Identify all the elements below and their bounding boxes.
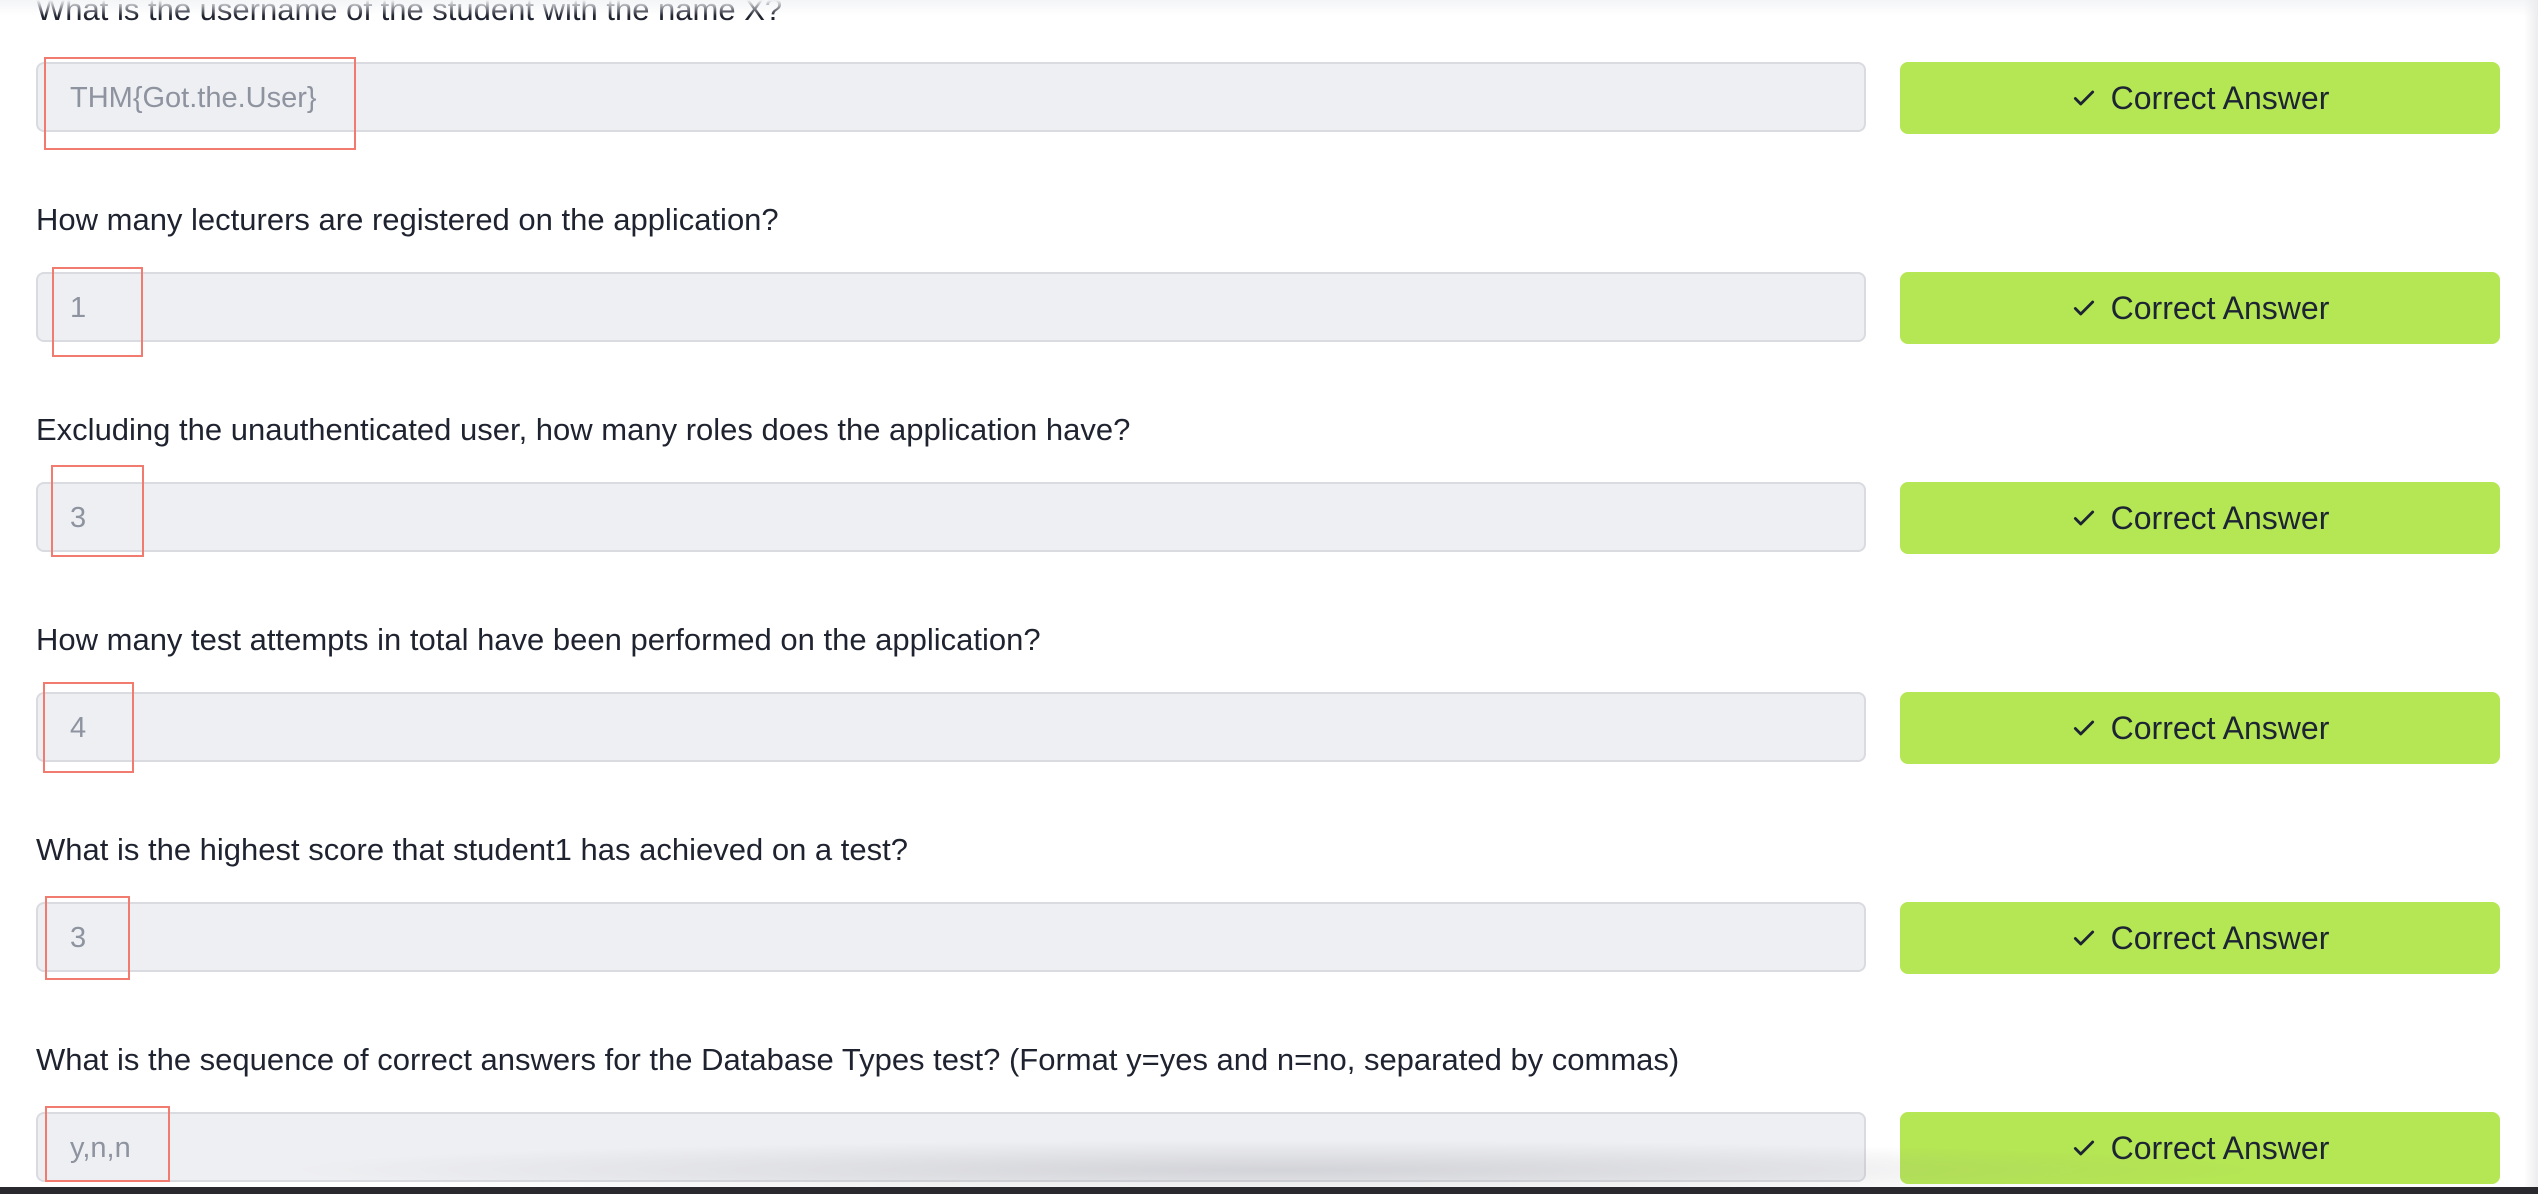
question-text: What is the sequence of correct answers … xyxy=(36,1042,1680,1077)
answer-field[interactable]: THM{Got.the.User} xyxy=(36,62,1866,132)
answer-field[interactable]: 1 xyxy=(36,272,1866,342)
check-icon xyxy=(2073,1140,2094,1156)
check-icon xyxy=(2073,90,2094,106)
answer-value: 4 xyxy=(70,712,87,744)
correct-answer-label: Correct Answer xyxy=(2110,919,2330,956)
correct-answer-button[interactable]: Correct Answer xyxy=(1900,62,2500,134)
check-icon xyxy=(2073,300,2094,316)
correct-answer-label: Correct Answer xyxy=(2110,79,2330,116)
answer-value: THM{Got.the.User} xyxy=(70,82,317,114)
question-item: What is the sequence of correct answers … xyxy=(0,1042,2538,1194)
answer-value: 3 xyxy=(70,502,87,534)
question-item: Excluding the unauthenticated user, how … xyxy=(0,412,2538,622)
check-icon xyxy=(2073,930,2094,946)
answer-value: y,n,n xyxy=(70,1132,131,1164)
correct-answer-label: Correct Answer xyxy=(2110,709,2330,746)
correct-answer-button[interactable]: Correct Answer xyxy=(1900,1112,2500,1184)
correct-answer-label: Correct Answer xyxy=(2110,499,2330,536)
question-item: How many lecturers are registered on the… xyxy=(0,202,2538,412)
correct-answer-button[interactable]: Correct Answer xyxy=(1900,902,2500,974)
answer-field[interactable]: y,n,n xyxy=(36,1112,1866,1182)
check-icon xyxy=(2073,720,2094,736)
question-text: What is the highest score that student1 … xyxy=(36,832,908,867)
correct-answer-button[interactable]: Correct Answer xyxy=(1900,482,2500,554)
correct-answer-label: Correct Answer xyxy=(2110,289,2330,326)
question-text: How many lecturers are registered on the… xyxy=(36,202,779,237)
answer-field[interactable]: 3 xyxy=(36,902,1866,972)
correct-answer-label: Correct Answer xyxy=(2110,1129,2330,1166)
answer-field[interactable]: 3 xyxy=(36,482,1866,552)
correct-answer-button[interactable]: Correct Answer xyxy=(1900,272,2500,344)
question-item: How many test attempts in total have bee… xyxy=(0,622,2538,832)
task-questions-panel: What is the username of the student with… xyxy=(0,0,2538,1194)
correct-answer-button[interactable]: Correct Answer xyxy=(1900,692,2500,764)
question-text: How many test attempts in total have bee… xyxy=(36,622,1041,657)
answer-value: 1 xyxy=(70,292,87,324)
answer-field[interactable]: 4 xyxy=(36,692,1866,762)
question-text: What is the username of the student with… xyxy=(36,0,783,27)
question-text: Excluding the unauthenticated user, how … xyxy=(36,412,1131,447)
question-item: What is the highest score that student1 … xyxy=(0,832,2538,1042)
check-icon xyxy=(2073,510,2094,526)
answer-value: 3 xyxy=(70,922,87,954)
bottom-bar xyxy=(0,1187,2538,1194)
question-item: What is the username of the student with… xyxy=(0,0,2538,202)
